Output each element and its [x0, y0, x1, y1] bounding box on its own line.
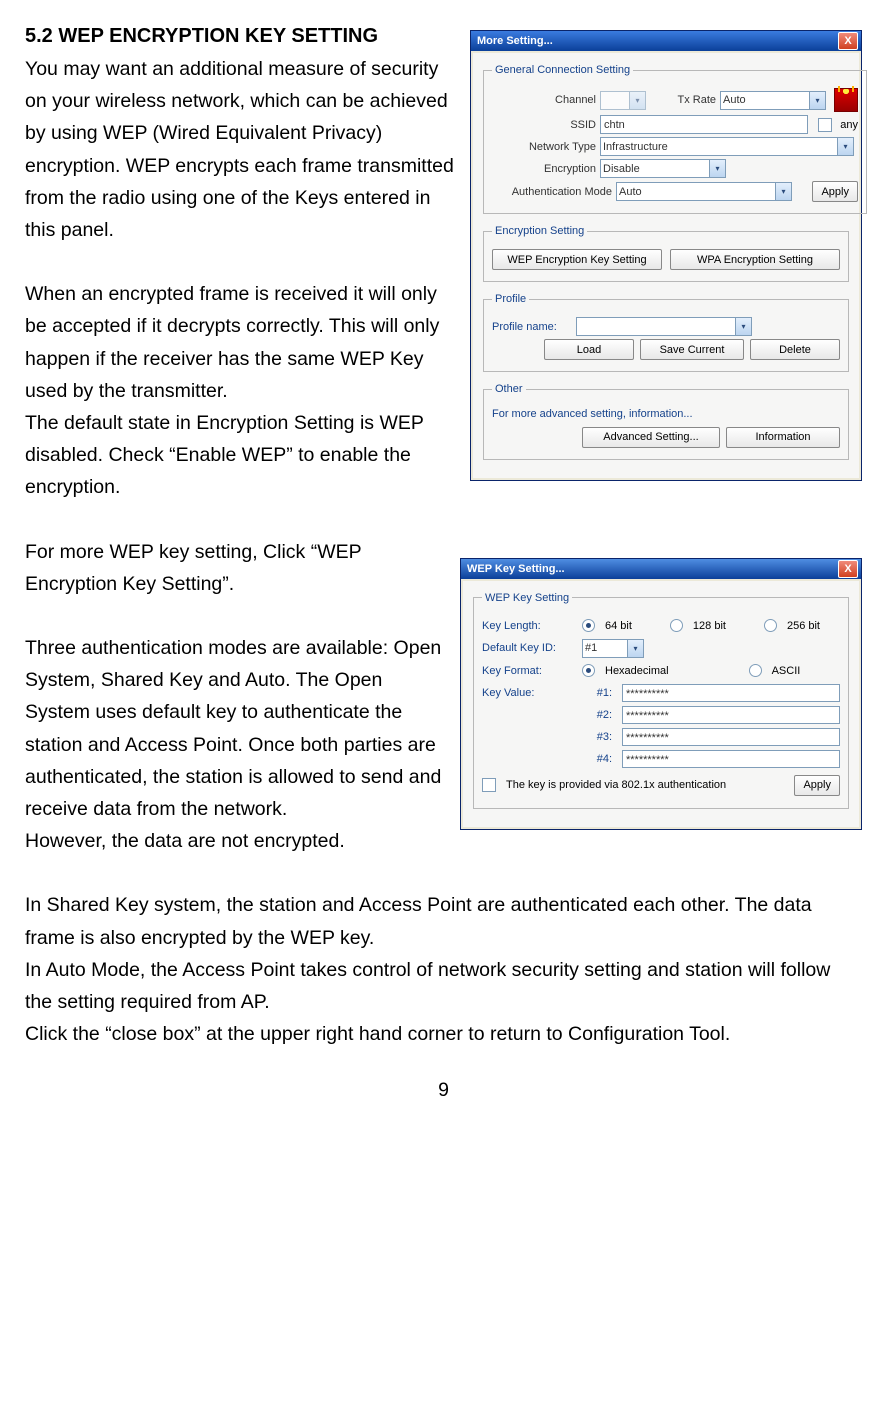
authmode-select[interactable]: Auto▾ [616, 182, 792, 201]
ssid-input[interactable]: chtn [600, 115, 808, 134]
close-icon[interactable]: X [838, 560, 858, 578]
profile-legend: Profile [492, 290, 529, 308]
key-3-input[interactable]: ********** [622, 728, 840, 746]
advanced-setting-button[interactable]: Advanced Setting... [582, 427, 720, 448]
paragraph-6: However, the data are not encrypted. [25, 825, 862, 857]
profile-name-label: Profile name: [492, 318, 572, 336]
network-type-select[interactable]: Infrastructure▾ [600, 137, 854, 156]
chevron-down-icon: ▾ [837, 138, 853, 155]
key-value-label: Key Value: [482, 684, 572, 702]
default-key-id-select[interactable]: #1▾ [582, 639, 644, 658]
txrate-select[interactable]: Auto▾ [720, 91, 826, 110]
any-label: any [840, 116, 858, 134]
chevron-down-icon: ▾ [629, 92, 645, 109]
encryption-legend: Encryption Setting [492, 222, 587, 240]
general-legend: General Connection Setting [492, 61, 633, 79]
other-legend: Other [492, 380, 526, 398]
encryption-label: Encryption [492, 160, 596, 178]
chevron-down-icon: ▾ [709, 160, 725, 177]
txrate-label: Tx Rate [666, 91, 716, 109]
delete-button[interactable]: Delete [750, 339, 840, 360]
key-1-input[interactable]: ********** [622, 684, 840, 702]
wep-key-setting-button[interactable]: WEP Encryption Key Setting [492, 249, 662, 270]
information-button[interactable]: Information [726, 427, 840, 448]
more-setting-dialog: More Setting... X General Connection Set… [470, 30, 862, 481]
wep-title: WEP Key Setting... [467, 560, 565, 578]
encryption-select[interactable]: Disable▾ [600, 159, 726, 178]
wireless-icon [834, 88, 858, 112]
chevron-down-icon: ▾ [735, 318, 751, 335]
paragraph-9: Click the “close box” at the upper right… [25, 1018, 862, 1050]
paragraph-7: In Shared Key system, the station and Ac… [25, 889, 862, 953]
chevron-down-icon: ▾ [627, 640, 643, 657]
key-2-input[interactable]: ********** [622, 706, 840, 724]
radio-64bit[interactable] [582, 619, 595, 632]
wep-key-dialog: WEP Key Setting... X WEP Key Setting Key… [460, 558, 862, 830]
close-icon[interactable]: X [838, 32, 858, 50]
other-group: Other For more advanced setting, informa… [483, 380, 849, 459]
page-number: 9 [25, 1074, 862, 1106]
chevron-down-icon: ▾ [809, 92, 825, 109]
save-current-button[interactable]: Save Current [640, 339, 744, 360]
load-button[interactable]: Load [544, 339, 634, 360]
authmode-label: Authentication Mode [492, 183, 612, 201]
apply-button[interactable]: Apply [794, 775, 840, 796]
encryption-setting-group: Encryption Setting WEP Encryption Key Se… [483, 222, 849, 282]
radio-hex[interactable] [582, 664, 595, 677]
dialog-titlebar: More Setting... X [471, 31, 861, 51]
general-connection-group: General Connection Setting Channel ▾ Tx … [483, 61, 867, 214]
default-key-id-label: Default Key ID: [482, 639, 572, 657]
network-type-label: Network Type [492, 138, 596, 156]
wep-key-group: WEP Key Setting Key Length: 64 bit 128 b… [473, 589, 849, 809]
paragraph-8: In Auto Mode, the Access Point takes con… [25, 954, 862, 1018]
auth-checkbox[interactable] [482, 778, 496, 792]
wpa-setting-button[interactable]: WPA Encryption Setting [670, 249, 840, 270]
channel-select[interactable]: ▾ [600, 91, 646, 110]
auth-label: The key is provided via 802.1x authentic… [506, 776, 726, 794]
wep-legend: WEP Key Setting [482, 589, 572, 607]
chevron-down-icon: ▾ [775, 183, 791, 200]
channel-label: Channel [492, 91, 596, 109]
any-checkbox[interactable] [818, 118, 832, 132]
radio-128bit[interactable] [670, 619, 683, 632]
radio-ascii[interactable] [749, 664, 762, 677]
profile-name-select[interactable]: ▾ [576, 317, 752, 336]
key-length-label: Key Length: [482, 617, 572, 635]
dialog-title: More Setting... [477, 32, 553, 50]
profile-group: Profile Profile name: ▾ Load Save Curren… [483, 290, 849, 372]
wep-titlebar: WEP Key Setting... X [461, 559, 861, 579]
ssid-label: SSID [492, 116, 596, 134]
key-format-label: Key Format: [482, 662, 572, 680]
radio-256bit[interactable] [764, 619, 777, 632]
key-4-input[interactable]: ********** [622, 750, 840, 768]
other-text: For more advanced setting, information..… [492, 405, 840, 423]
apply-button[interactable]: Apply [812, 181, 858, 202]
